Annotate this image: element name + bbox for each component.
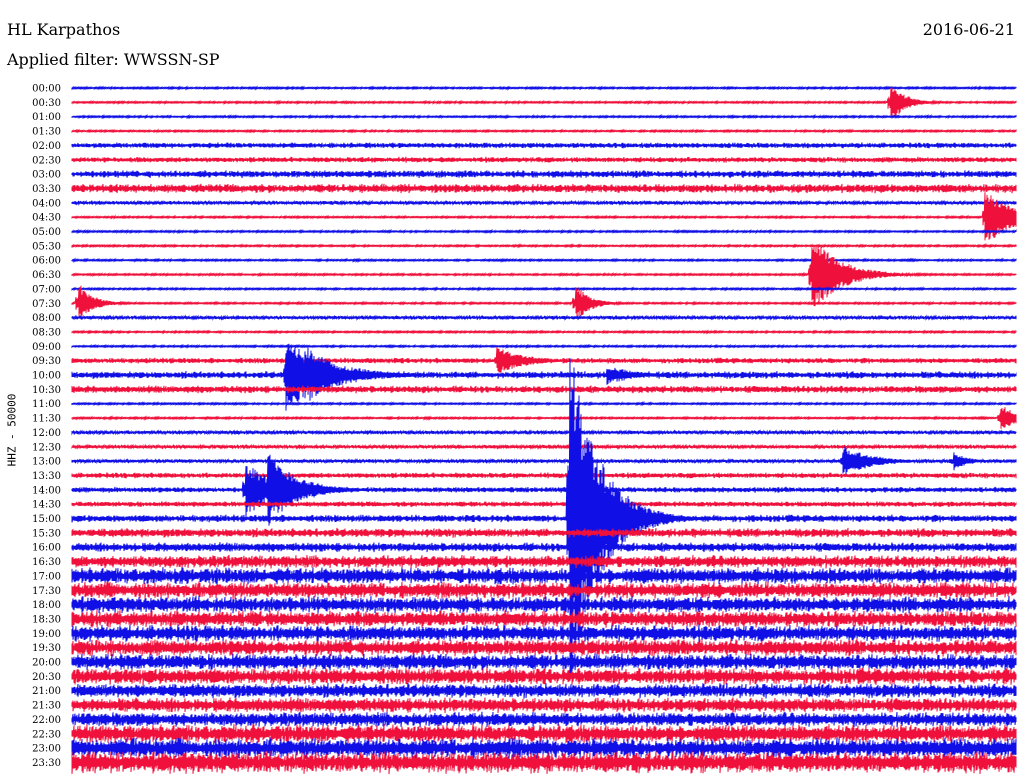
trace-line [71, 142, 1017, 149]
tick-label: 11:00 [32, 399, 61, 410]
trace-line [71, 170, 1017, 179]
tick-label: 00:30 [32, 98, 61, 109]
trace-line [71, 624, 1017, 643]
tick-label: 11:30 [32, 414, 61, 425]
trace-line [71, 85, 1017, 91]
trace-line [71, 609, 1017, 628]
tick-label: 21:00 [32, 686, 61, 697]
tick-label: 08:00 [32, 313, 61, 324]
tick-label: 22:30 [32, 729, 61, 740]
trace-line [71, 407, 1017, 429]
tick-label: 18:30 [32, 614, 61, 625]
trace-line [71, 183, 1017, 194]
trace-line [71, 454, 1017, 526]
tick-label: 06:30 [32, 270, 61, 281]
tick-label: 03:30 [32, 184, 61, 195]
tick-label: 16:30 [32, 557, 61, 568]
tick-label: 19:30 [32, 643, 61, 654]
trace-line [71, 285, 1017, 292]
tick-label: 22:00 [32, 715, 61, 726]
tick-label: 18:00 [32, 600, 61, 611]
trace-line [71, 199, 1017, 207]
tick-label: 01:00 [32, 112, 61, 123]
trace-line [71, 257, 1017, 264]
trace-line [71, 329, 1017, 335]
helicorder-plot: 00:00 00:30 01:00 01:30 02:00 02:30 03:00 03:30… [32, 84, 1017, 775]
tick-label: 05:30 [32, 241, 61, 252]
tick-label: 10:00 [32, 371, 61, 382]
trace-line [71, 501, 1017, 508]
trace-line [71, 527, 1017, 538]
trace-line [71, 638, 1017, 657]
trace-line [71, 285, 1017, 319]
trace-line [71, 192, 1017, 241]
tick-label: 09:30 [32, 356, 61, 367]
trace-line [71, 653, 1017, 671]
trace-line [71, 697, 1017, 713]
tick-label: 06:00 [32, 256, 61, 267]
trace-line [71, 87, 1017, 118]
tick-label: 10:30 [32, 385, 61, 396]
tick-label: 15:00 [32, 514, 61, 525]
trace-line [71, 128, 1017, 134]
trace-line [71, 595, 1017, 614]
tick-label: 00:00 [32, 84, 61, 95]
tick-label: 07:30 [32, 299, 61, 310]
trace-line [71, 581, 1017, 600]
tick-label: 23:30 [32, 758, 61, 769]
trace-line [71, 554, 1017, 569]
tick-label: 02:00 [32, 141, 61, 152]
tick-label: 12:00 [32, 428, 61, 439]
tick-label: 17:00 [32, 571, 61, 582]
trace-line [71, 429, 1017, 436]
tick-label: 20:30 [32, 672, 61, 683]
tick-label: 04:00 [32, 198, 61, 209]
tick-label: 15:30 [32, 528, 61, 539]
trace-line [71, 343, 1017, 350]
tick-label: 16:00 [32, 543, 61, 554]
trace-line [71, 737, 1017, 759]
trace-line [71, 667, 1017, 686]
tick-label: 13:00 [32, 457, 61, 468]
trace-line [71, 343, 1017, 411]
tick-label: 21:30 [32, 701, 61, 712]
trace-line [71, 682, 1017, 699]
trace-line [71, 242, 1017, 249]
trace-line [71, 385, 1017, 394]
trace-line [71, 314, 1017, 321]
tick-label: 07:00 [32, 284, 61, 295]
tick-label: 09:00 [32, 342, 61, 353]
trace-line [71, 542, 1017, 553]
tick-label: 14:30 [32, 500, 61, 511]
trace-line [71, 113, 1017, 120]
tick-label: 01:30 [32, 127, 61, 138]
trace-line [71, 711, 1017, 728]
seismic-traces [71, 85, 1017, 775]
tick-label: 04:30 [32, 213, 61, 224]
tick-label: 13:30 [32, 471, 61, 482]
trace-line [71, 750, 1017, 775]
trace-line [71, 246, 1017, 307]
tick-label: 20:00 [32, 658, 61, 669]
tick-label: 17:30 [32, 586, 61, 597]
tick-label: 05:00 [32, 227, 61, 238]
trace-line [71, 156, 1017, 163]
tick-label: 12:30 [32, 442, 61, 453]
trace-line [71, 400, 1017, 407]
tick-label: 23:00 [32, 744, 61, 755]
tick-label: 19:00 [32, 629, 61, 640]
trace-line [71, 228, 1017, 235]
trace-line [71, 446, 1017, 475]
tick-label: 08:30 [32, 327, 61, 338]
trace-line [71, 443, 1017, 451]
trace-line [71, 472, 1017, 479]
tick-label: 02:30 [32, 155, 61, 166]
tick-label: 14:00 [32, 485, 61, 496]
time-tick-labels: 00:00 00:30 01:00 01:30 02:00 02:30 03:00 03:30… [32, 84, 61, 769]
tick-label: 03:00 [32, 170, 61, 181]
trace-line [71, 346, 1017, 373]
